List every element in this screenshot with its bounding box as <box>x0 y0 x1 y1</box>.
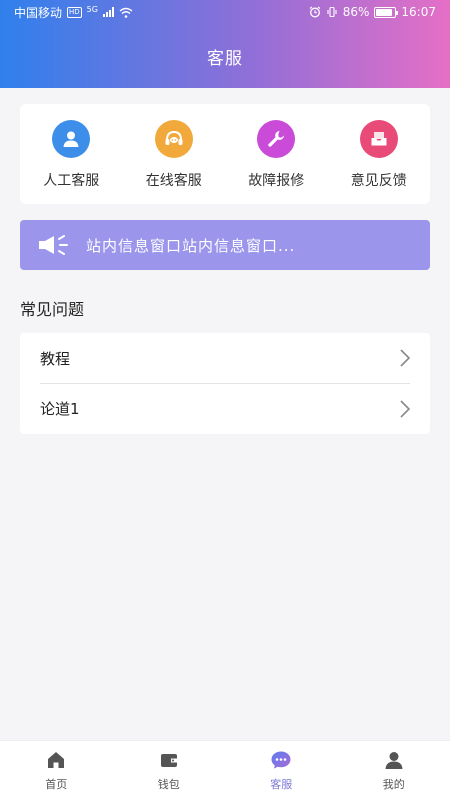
nav-tab-label: 首页 <box>45 778 68 791</box>
clock: 16:07 <box>401 5 436 19</box>
nav-tab-home[interactable]: 首页 <box>0 741 113 800</box>
faq-item-forum[interactable]: 论道1 <box>40 383 410 433</box>
quick-action-manual-service[interactable]: 人工客服 <box>20 104 123 204</box>
network-type: 5G <box>86 4 98 14</box>
faq-list: 教程 论道1 <box>20 333 430 434</box>
battery-icon <box>374 6 399 18</box>
home-icon <box>48 752 65 768</box>
hd-badge: HD <box>67 6 82 18</box>
quick-actions-card: 人工客服 在线客服 故障报修 意见反馈 <box>20 104 430 204</box>
mailbox-icon <box>359 120 398 158</box>
quick-action-label: 故障报修 <box>248 173 305 189</box>
alarm-icon <box>309 6 321 18</box>
page-title: 客服 <box>207 48 243 69</box>
signal-icon <box>102 7 114 17</box>
nav-tab-label: 我的 <box>382 778 405 791</box>
wallet-icon <box>160 754 177 767</box>
nav-tab-label: 客服 <box>270 778 293 791</box>
headset-icon <box>154 120 193 158</box>
wrench-icon <box>257 120 296 158</box>
nav-tab-customer-service[interactable]: 客服 <box>225 741 338 800</box>
quick-action-online-service[interactable]: 在线客服 <box>123 104 226 204</box>
wifi-icon <box>119 7 133 18</box>
page-title-bar: 客服 <box>0 24 450 88</box>
person-icon <box>52 120 91 158</box>
quick-action-label: 人工客服 <box>43 173 100 189</box>
bottom-nav: 首页 钱包 客服 我的 <box>0 740 450 800</box>
chevron-right-icon <box>400 399 410 418</box>
faq-item-label: 论道1 <box>40 400 80 418</box>
nav-tab-wallet[interactable]: 钱包 <box>113 741 226 800</box>
notice-banner[interactable]: 站内信息窗口站内信息窗口... <box>20 220 430 270</box>
faq-item-tutorial[interactable]: 教程 <box>40 333 410 383</box>
header: 中国移动 HD 5G 86% 16:07 客服 <box>0 0 450 88</box>
speaker-icon <box>38 234 70 256</box>
carrier-name: 中国移动 <box>14 5 63 20</box>
battery-percent: 86% <box>342 5 370 19</box>
faq-section-title: 常见问题 <box>20 300 85 319</box>
quick-action-label: 意见反馈 <box>350 173 407 189</box>
profile-icon <box>385 752 403 769</box>
faq-item-label: 教程 <box>40 349 71 368</box>
nav-tab-profile[interactable]: 我的 <box>338 741 450 800</box>
notice-text: 站内信息窗口站内信息窗口... <box>86 236 296 255</box>
quick-action-label: 在线客服 <box>145 173 202 189</box>
quick-action-feedback[interactable]: 意见反馈 <box>328 104 431 204</box>
nav-tab-label: 钱包 <box>157 778 180 791</box>
quick-action-fault-repair[interactable]: 故障报修 <box>225 104 328 204</box>
chevron-right-icon <box>400 349 410 367</box>
vibrate-icon <box>327 6 337 18</box>
status-bar: 中国移动 HD 5G 86% 16:07 <box>0 0 450 24</box>
chat-icon <box>271 751 291 769</box>
